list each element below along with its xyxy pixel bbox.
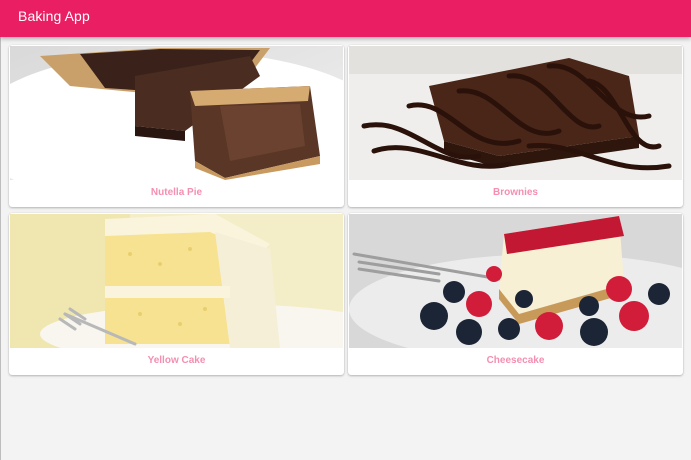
recipe-card-cheesecake[interactable]: Cheesecake xyxy=(348,213,683,375)
recipe-name-label: Cheesecake xyxy=(486,355,545,366)
recipe-image-cheesecake xyxy=(349,214,682,348)
recipe-card-brownies[interactable]: Brownies xyxy=(348,45,683,207)
recipe-name-label: Yellow Cake xyxy=(147,355,206,366)
recipe-image-yellow-cake xyxy=(10,214,343,348)
recipe-name-label: Nutella Pie xyxy=(150,187,203,198)
recipe-card-nutella-pie[interactable]: Nutella Pie xyxy=(9,45,344,207)
recipe-card-yellow-cake[interactable]: Yellow Cake xyxy=(9,213,344,375)
app-title: Baking App xyxy=(18,8,90,24)
app-bar: Baking App xyxy=(0,0,691,37)
window-edge xyxy=(0,37,1,460)
recipe-image-nutella-pie xyxy=(10,46,343,180)
recipe-name-label: Brownies xyxy=(492,187,538,198)
recipe-image-brownies xyxy=(349,46,682,180)
